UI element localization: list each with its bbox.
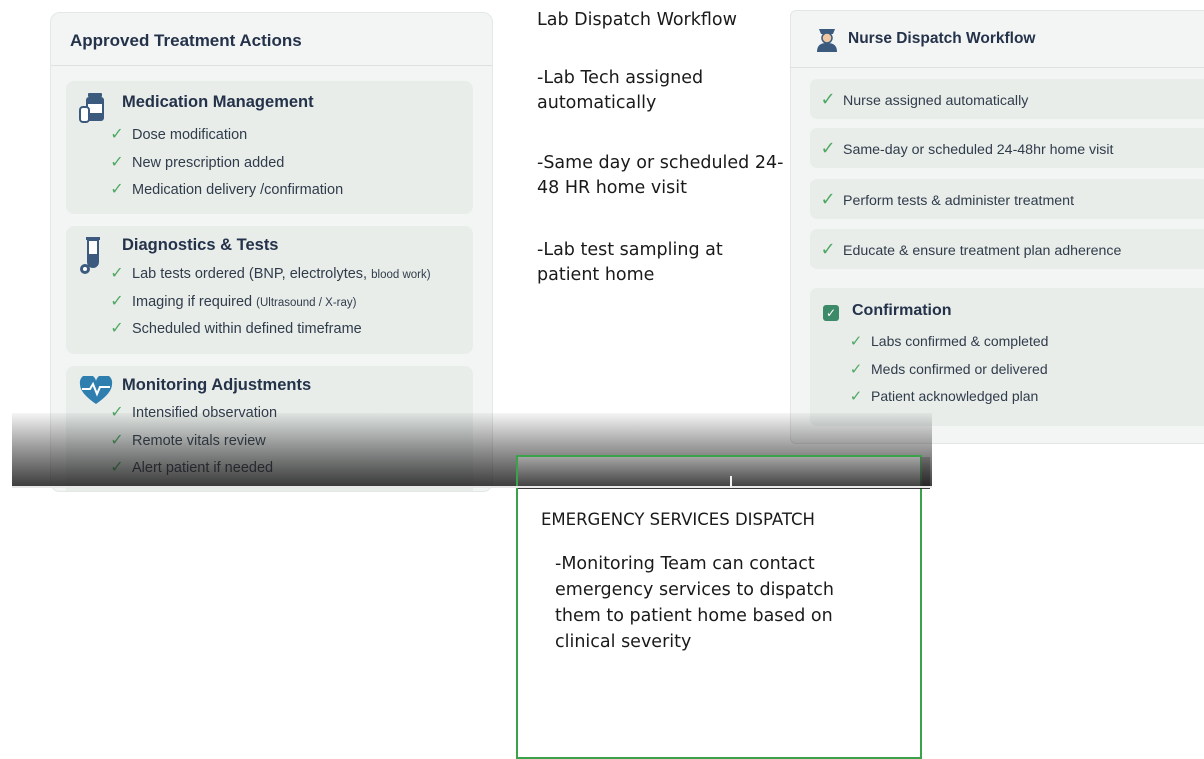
nurse-step: ✓ Nurse assigned automatically xyxy=(810,79,1204,119)
dark-overlay-band xyxy=(518,457,930,489)
medication-management-card: Medication Management ✓ Dose modification… xyxy=(66,81,473,214)
nurse-step: ✓ Educate & ensure treatment plan adheren… xyxy=(810,229,1204,269)
checkbox-checked-icon: ✓ xyxy=(823,305,839,321)
medication-bottles-icon xyxy=(79,91,109,125)
list-item: ✓ Intensified observation xyxy=(108,399,277,427)
medication-actions-list: ✓ Dose modification ✓ New prescription add… xyxy=(108,121,343,204)
test-tube-icon xyxy=(79,236,109,274)
check-icon: ✓ xyxy=(849,360,863,378)
check-icon: ✓ xyxy=(110,292,124,310)
confirmation-card: ✓ Confirmation ✓ Labs confirmed & complet… xyxy=(810,288,1204,426)
divider xyxy=(51,65,492,66)
list-item: ✓ Lab tests ordered (BNP, electrolytes, b… xyxy=(108,260,430,288)
list-item: ✓ Medication delivery /confirmation xyxy=(108,176,343,204)
check-icon: ✓ xyxy=(110,431,124,449)
check-icon: ✓ xyxy=(820,189,836,209)
panel-title: Nurse Dispatch Workflow xyxy=(848,30,1036,47)
lab-dispatch-title: Lab Dispatch Workflow xyxy=(537,10,737,30)
emergency-services-box: EMERGENCY SERVICES DISPATCH -Monitoring … xyxy=(516,455,930,759)
heart-pulse-icon xyxy=(79,374,113,410)
confirmation-list: ✓ Labs confirmed & completed ✓ Meds confir… xyxy=(847,328,1049,411)
nurse-step: ✓ Perform tests & administer treatment xyxy=(810,179,1204,219)
check-icon: ✓ xyxy=(110,181,124,198)
lab-dispatch-item: -Lab Tech assigned automatically xyxy=(537,68,704,113)
check-icon: ✓ xyxy=(110,265,124,282)
check-icon: ✓ xyxy=(849,388,863,405)
nurse-icon xyxy=(815,26,839,52)
lab-dispatch-workflow: Lab Dispatch Workflow -Lab Tech assigned… xyxy=(512,0,790,445)
list-item: ✓ Imaging if required (Ultrasound / X-ray… xyxy=(108,288,431,316)
diagnostics-actions-list: ✓ Lab tests ordered (BNP, electrolytes, b… xyxy=(108,260,431,343)
emergency-body: -Monitoring Team can contact emergency s… xyxy=(555,554,834,652)
check-icon: ✓ xyxy=(110,404,124,421)
card-title: Medication Management xyxy=(122,93,314,111)
list-item: ✓ Scheduled within defined timeframe xyxy=(108,315,431,343)
list-item: ✓ Dose modification xyxy=(108,121,343,149)
lab-dispatch-item: -Same day or scheduled 24-48 HR home vis… xyxy=(537,153,784,198)
list-item: ✓ Labs confirmed & completed xyxy=(847,328,1049,356)
list-item: ✓ Alert patient if needed xyxy=(108,454,277,482)
list-item: ✓ Remote vitals review xyxy=(108,427,277,455)
card-title: Monitoring Adjustments xyxy=(122,376,312,394)
nurse-step: ✓ Same-day or scheduled 24-48hr home visi… xyxy=(810,128,1204,168)
check-icon: ✓ xyxy=(110,459,124,476)
divider xyxy=(791,67,1204,68)
monitoring-adjustments-card: Monitoring Adjustments ✓ Intensified obse… xyxy=(66,366,473,491)
list-item: ✓ Patient acknowledged plan xyxy=(847,383,1048,411)
emergency-title: EMERGENCY SERVICES DISPATCH xyxy=(541,510,815,529)
nurse-dispatch-panel: Nurse Dispatch Workflow ✓ Nurse assigned … xyxy=(790,10,1204,444)
check-icon: ✓ xyxy=(849,333,863,350)
approved-treatment-panel: Approved Treatment Actions Medication Ma… xyxy=(50,12,493,492)
list-item: ✓ New prescription added xyxy=(108,149,343,177)
check-icon: ✓ xyxy=(820,239,836,259)
diagnostics-tests-card: Diagnostics & Tests ✓ Lab tests ordered (… xyxy=(66,226,473,354)
check-icon: ✓ xyxy=(110,126,124,143)
divider xyxy=(12,486,932,488)
list-item: ✓ Meds confirmed or delivered xyxy=(847,356,1048,384)
card-title: Diagnostics & Tests xyxy=(122,236,279,254)
check-icon: ✓ xyxy=(820,89,836,109)
check-icon: ✓ xyxy=(820,138,836,158)
confirmation-title: Confirmation xyxy=(852,302,952,319)
monitoring-actions-list: ✓ Intensified observation ✓ Remote vitals … xyxy=(108,399,277,482)
lab-dispatch-item: -Lab test sampling at patient home xyxy=(537,240,723,285)
check-icon: ✓ xyxy=(110,320,124,337)
panel-title: Approved Treatment Actions xyxy=(70,31,302,50)
check-icon: ✓ xyxy=(110,153,124,171)
divider xyxy=(730,476,732,488)
